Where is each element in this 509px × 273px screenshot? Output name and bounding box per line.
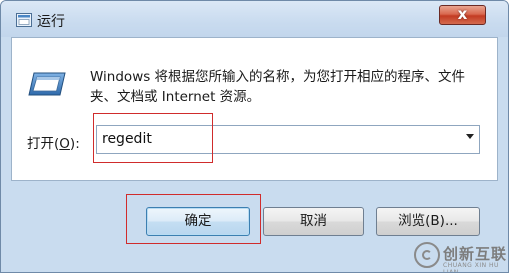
close-button[interactable]: x <box>439 5 486 25</box>
chevron-down-icon[interactable] <box>466 134 474 139</box>
open-label-accesskey: O <box>59 136 70 152</box>
cancel-button[interactable]: 取消 <box>263 207 364 236</box>
watermark-text: 创新互联 <box>443 245 508 263</box>
highlight-box-ok <box>126 194 261 244</box>
close-icon: x <box>457 5 468 23</box>
window-title: 运行 <box>37 14 65 30</box>
highlight-box-input <box>93 113 213 163</box>
title-bar[interactable]: 运行 x <box>1 1 508 37</box>
content-panel <box>11 37 498 181</box>
browse-button[interactable]: 浏览(B)... <box>376 207 480 236</box>
run-program-icon <box>28 72 66 96</box>
open-label: 打开(O): <box>27 136 80 152</box>
description-text: Windows 将根据您所输入的名称，为您打开相应的程序、文件夹、文档或 Int… <box>90 69 466 105</box>
watermark-logo: 创新互联 CHUANG XIN HU LIAN <box>412 240 508 273</box>
run-dialog: 运行 x Windows 将根据您所输入的名称，为您打开相应的程序、文件夹、文档… <box>0 0 509 273</box>
logo-icon <box>414 242 440 268</box>
watermark-subtext: CHUANG XIN HU LIAN <box>443 262 499 273</box>
run-dialog-icon <box>16 13 32 27</box>
